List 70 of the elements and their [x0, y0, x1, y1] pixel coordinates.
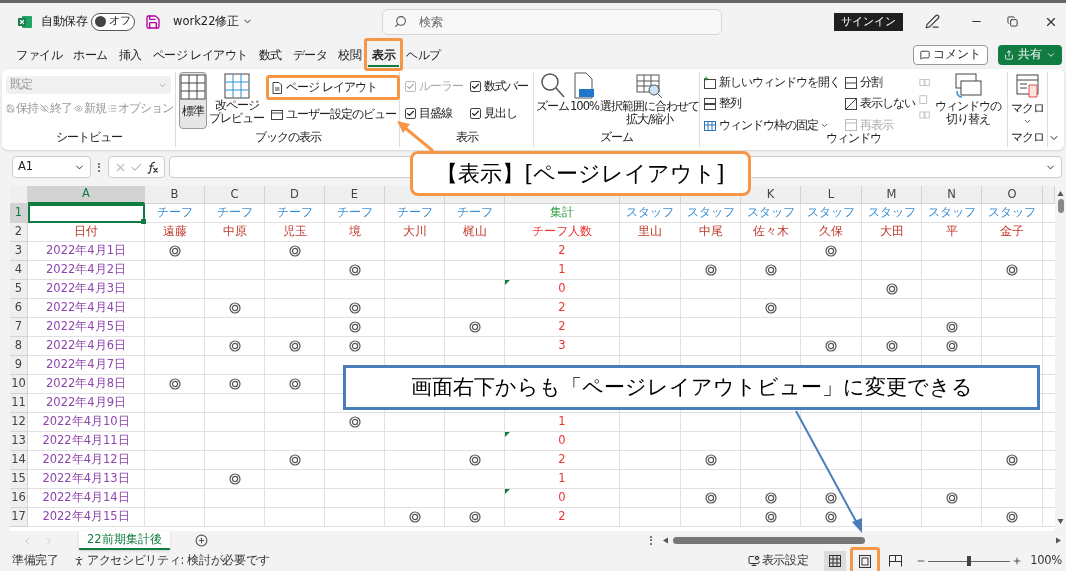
table-cell: 中原	[205, 223, 265, 242]
checkbox-label: 見出し	[483, 105, 517, 123]
table-cell: 2022年4月15日	[28, 508, 145, 527]
table-cell: 2022年4月11日	[28, 432, 145, 451]
table-cell: スタッフ	[862, 204, 922, 223]
table-cell: 2	[505, 299, 620, 318]
table-cell: スタッフ	[681, 204, 741, 223]
group-label: ブックの表示	[254, 128, 321, 146]
table-cell: 3	[505, 337, 620, 356]
checkbox-label: 数式バー	[483, 78, 528, 95]
table-cell: 2	[505, 242, 620, 261]
table-cell: 0	[505, 489, 620, 508]
autosave-label: 自動保存	[41, 12, 87, 30]
table-cell: 2022年4月2日	[28, 261, 145, 280]
table-cell: スタッフ	[982, 204, 1043, 223]
table-cell: 2	[505, 451, 620, 470]
group-label: ウィンドウ	[826, 131, 881, 147]
table-cell: 2022年4月7日	[28, 356, 145, 375]
table-cell: 里山	[620, 223, 681, 242]
group-label: シートビュー	[55, 128, 122, 146]
group-label: マクロ	[1011, 128, 1044, 146]
table-cell: 1	[505, 261, 620, 280]
table-cell: 2022年4月6日	[28, 337, 145, 356]
table-cell: 2	[505, 318, 620, 337]
table-cell: スタッフ	[741, 204, 801, 223]
table-cell: 児玉	[265, 223, 325, 242]
table-cell: 0	[505, 432, 620, 451]
table-cell: 2022年4月14日	[28, 489, 145, 508]
checkbox-label: ルーラー	[419, 78, 463, 95]
table-cell: チーフ	[265, 204, 325, 223]
table-cell: 金子	[982, 223, 1043, 242]
table-cell: 0	[505, 280, 620, 299]
table-cell: チーフ人数	[505, 223, 620, 242]
table-cell: チーフ	[445, 204, 505, 223]
table-cell: スタッフ	[620, 204, 681, 223]
status-text: 準備完了	[12, 552, 59, 570]
checkbox-label: 目盛線	[419, 105, 452, 123]
table-cell: 久保	[801, 223, 862, 242]
table-cell: 1	[505, 413, 620, 432]
table-cell: チーフ	[145, 204, 205, 223]
table-cell: 佐々木	[741, 223, 801, 242]
table-cell: 1	[505, 470, 620, 489]
table-cell: 平	[922, 223, 982, 242]
table-cell: 2022年4月3日	[28, 280, 145, 299]
table-cell: 境	[325, 223, 385, 242]
table-cell: 2022年4月4日	[28, 299, 145, 318]
table-cell: 2022年4月9日	[28, 394, 145, 413]
table-cell: 集計	[505, 204, 620, 223]
table-cell: 大田	[862, 223, 922, 242]
table-cell: 大川	[385, 223, 445, 242]
table-cell: 2022年4月13日	[28, 470, 145, 489]
table-cell: 2022年4月1日	[28, 242, 145, 261]
group-label: 表示	[455, 128, 478, 146]
table-cell: 遠藤	[145, 223, 205, 242]
table-cell: チーフ	[385, 204, 445, 223]
table-cell: 日付	[28, 223, 145, 242]
table-cell: 梶山	[445, 223, 505, 242]
callout-tooltip: 画面右下からも「ページレイアウトビュー」に変更できる	[343, 365, 1040, 410]
table-cell: 中尾	[681, 223, 741, 242]
table-cell: チーフ	[205, 204, 265, 223]
table-cell: チーフ	[325, 204, 385, 223]
table-cell: 2022年4月12日	[28, 451, 145, 470]
table-cell: スタッフ	[922, 204, 982, 223]
table-cell: 2022年4月8日	[28, 375, 145, 394]
table-cell: 2	[505, 508, 620, 527]
table-cell: 2022年4月5日	[28, 318, 145, 337]
callout-tooltip: 【表示】[ページレイアウト]	[410, 151, 751, 196]
group-label: ズーム	[600, 128, 633, 146]
table-cell: スタッフ	[801, 204, 862, 223]
table-cell: 2022年4月10日	[28, 413, 145, 432]
